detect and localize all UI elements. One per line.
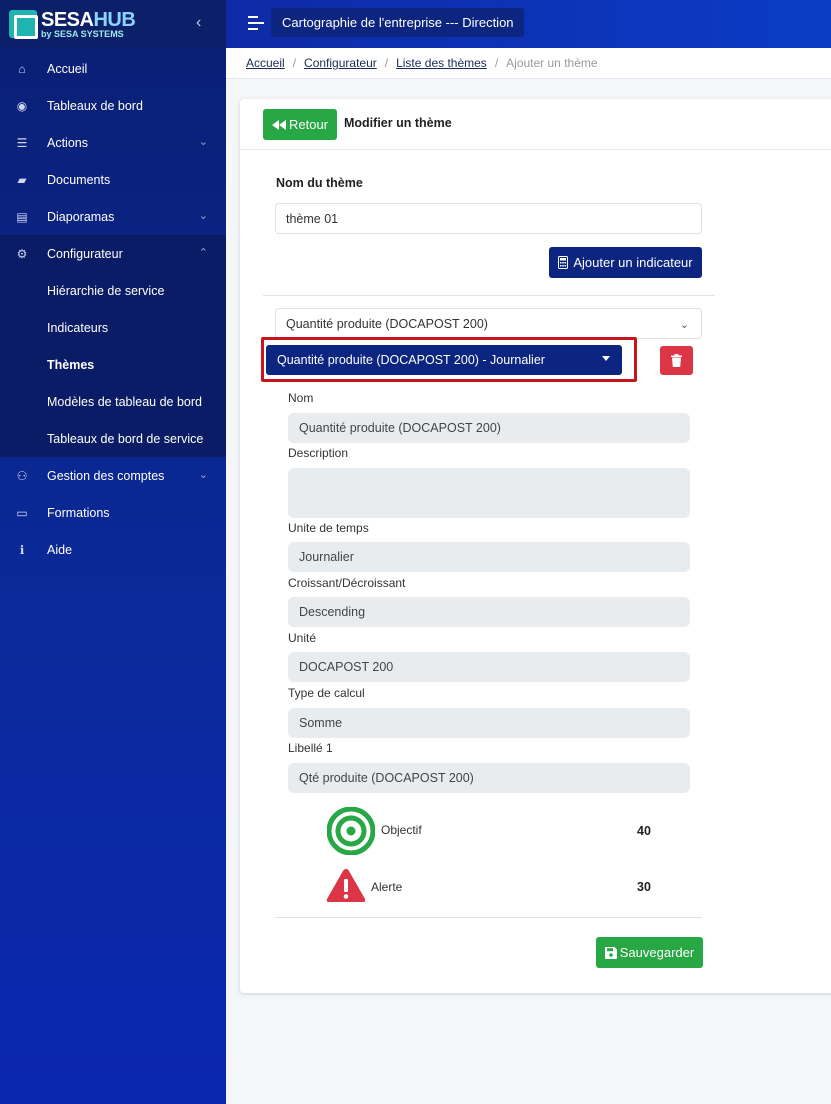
chevron-down-icon: ⌄ bbox=[198, 136, 208, 148]
breadcrumb: Accueil / Configurateur / Liste des thèm… bbox=[226, 48, 831, 79]
sidebar-item-label: Accueil bbox=[47, 61, 88, 76]
field-unite-temps: Journalier bbox=[288, 542, 690, 572]
indicator-period-dropdown[interactable]: Quantité produite (DOCAPOST 200) - Journ… bbox=[266, 345, 622, 375]
chevron-down-icon: ⌄ bbox=[198, 469, 208, 481]
delete-indicator-button[interactable] bbox=[660, 346, 693, 375]
field-label-libelle: Libellé 1 bbox=[288, 741, 333, 755]
brand[interactable]: SESAHUB by SESA SYSTEMS ‹ bbox=[0, 0, 226, 48]
sidebar-item-tableaux-de-bord[interactable]: ◉ Tableaux de bord bbox=[0, 87, 226, 124]
breadcrumb-current: Ajouter un thème bbox=[506, 56, 598, 70]
sidebar-item-label: Actions bbox=[47, 135, 88, 150]
objective-value: 40 bbox=[637, 824, 651, 838]
chalkboard-icon: ▭ bbox=[16, 505, 28, 520]
sidebar-item-label: Formations bbox=[47, 505, 110, 520]
sidebar-item-configurateur[interactable]: ⚙ Configurateur ⌃ bbox=[0, 235, 226, 272]
caret-down-icon bbox=[602, 356, 610, 361]
field-label-type-calcul: Type de calcul bbox=[288, 686, 365, 700]
context-title[interactable]: Cartographie de l'entreprise --- Directi… bbox=[271, 8, 524, 37]
presentation-icon: ▤ bbox=[16, 209, 28, 224]
sidebar-item-accueil[interactable]: ⌂ Accueil bbox=[0, 50, 226, 87]
field-description bbox=[288, 468, 690, 518]
sidebar-item-actions[interactable]: ☰ Actions ⌄ bbox=[0, 124, 226, 161]
field-libelle: Qté produite (DOCAPOST 200) bbox=[288, 763, 690, 793]
breadcrumb-link-liste-themes[interactable]: Liste des thèmes bbox=[396, 56, 487, 70]
sidebar-item-label: Diaporamas bbox=[47, 209, 115, 224]
sidebar-collapse-icon[interactable]: ‹ bbox=[196, 14, 201, 32]
save-button[interactable]: Sauvegarder bbox=[596, 937, 703, 968]
card-title: Modifier un thème bbox=[344, 116, 452, 130]
target-icon bbox=[327, 807, 375, 855]
warning-triangle-icon bbox=[326, 869, 366, 902]
trash-icon bbox=[671, 354, 682, 367]
chevron-down-icon: ⌄ bbox=[679, 319, 689, 331]
cogs-icon: ⚙ bbox=[16, 246, 28, 261]
hamburger-menu-icon[interactable] bbox=[248, 16, 264, 30]
divider bbox=[263, 295, 715, 296]
divider bbox=[275, 917, 702, 918]
field-label-unite-temps: Unite de temps bbox=[288, 521, 369, 535]
sidebar-item-diaporamas[interactable]: ▤ Diaporamas ⌄ bbox=[0, 198, 226, 235]
backward-icon bbox=[271, 119, 286, 130]
field-label-nom: Nom bbox=[288, 391, 314, 405]
brand-name: SESAHUB bbox=[41, 8, 136, 31]
sidebar-subitem-modeles[interactable]: Modèles de tableau de bord bbox=[0, 383, 226, 420]
sidebar-item-label: Gestion des comptes bbox=[47, 468, 165, 483]
sidebar-item-label: Tableaux de bord bbox=[47, 98, 143, 113]
brand-subtitle: by SESA SYSTEMS bbox=[41, 28, 124, 39]
indicator-select[interactable]: Quantité produite (DOCAPOST 200) ⌄ bbox=[275, 308, 702, 339]
card-header: Retour Modifier un thème bbox=[240, 99, 831, 150]
field-type-calcul: Somme bbox=[288, 708, 690, 738]
sidebar: SESAHUB by SESA SYSTEMS ‹ ⌂ Accueil ◉ Ta… bbox=[0, 0, 226, 1104]
folder-open-icon: ▰ bbox=[17, 172, 27, 187]
home-icon: ⌂ bbox=[18, 61, 26, 76]
theme-name-label: Nom du thème bbox=[276, 176, 363, 190]
sesahub-logo bbox=[9, 10, 38, 39]
sidebar-subitem-hierarchie[interactable]: Hiérarchie de service bbox=[0, 272, 226, 309]
chevron-down-icon: ⌄ bbox=[198, 210, 208, 222]
breadcrumb-link-configurateur[interactable]: Configurateur bbox=[304, 56, 377, 70]
field-croissant: Descending bbox=[288, 597, 690, 627]
sidebar-subitem-tableaux-service[interactable]: Tableaux de bord de service bbox=[0, 420, 226, 457]
chevron-up-icon: ⌃ bbox=[198, 247, 208, 259]
sidebar-item-label: Aide bbox=[47, 542, 73, 557]
palette-icon: ◉ bbox=[16, 98, 28, 113]
theme-edit-card: Retour Modifier un thème Nom du thème th… bbox=[240, 99, 831, 993]
field-label-croissant: Croissant/Décroissant bbox=[288, 576, 406, 590]
field-label-description: Description bbox=[288, 446, 349, 460]
info-circle-icon: ℹ bbox=[19, 542, 25, 557]
field-nom: Quantité produite (DOCAPOST 200) bbox=[288, 413, 690, 443]
calculator-icon bbox=[558, 256, 569, 269]
breadcrumb-link-accueil[interactable]: Accueil bbox=[246, 56, 285, 70]
objective-label: Objectif bbox=[381, 823, 422, 837]
sidebar-item-formations[interactable]: ▭ Formations bbox=[0, 494, 226, 531]
topbar: Cartographie de l'entreprise --- Directi… bbox=[226, 0, 831, 48]
sidebar-item-documents[interactable]: ▰ Documents bbox=[0, 161, 226, 198]
sidebar-subitem-themes[interactable]: Thèmes bbox=[0, 346, 226, 383]
list-icon: ☰ bbox=[16, 135, 28, 150]
sidebar-item-aide[interactable]: ℹ Aide bbox=[0, 531, 226, 568]
sidebar-subitem-indicateurs[interactable]: Indicateurs bbox=[0, 309, 226, 346]
floppy-disk-icon bbox=[604, 946, 617, 959]
back-button[interactable]: Retour bbox=[263, 109, 337, 140]
sidebar-item-label: Configurateur bbox=[47, 246, 123, 261]
sidebar-item-label: Documents bbox=[47, 172, 111, 187]
theme-name-input[interactable]: thème 01 bbox=[275, 203, 702, 234]
alert-value: 30 bbox=[637, 880, 651, 894]
add-indicator-button[interactable]: Ajouter un indicateur bbox=[549, 247, 702, 278]
users-icon: ⚇ bbox=[16, 468, 28, 483]
field-label-unite: Unité bbox=[288, 631, 317, 645]
alert-label: Alerte bbox=[371, 880, 403, 894]
sidebar-item-gestion-comptes[interactable]: ⚇ Gestion des comptes ⌄ bbox=[0, 457, 226, 494]
field-unite: DOCAPOST 200 bbox=[288, 652, 690, 682]
